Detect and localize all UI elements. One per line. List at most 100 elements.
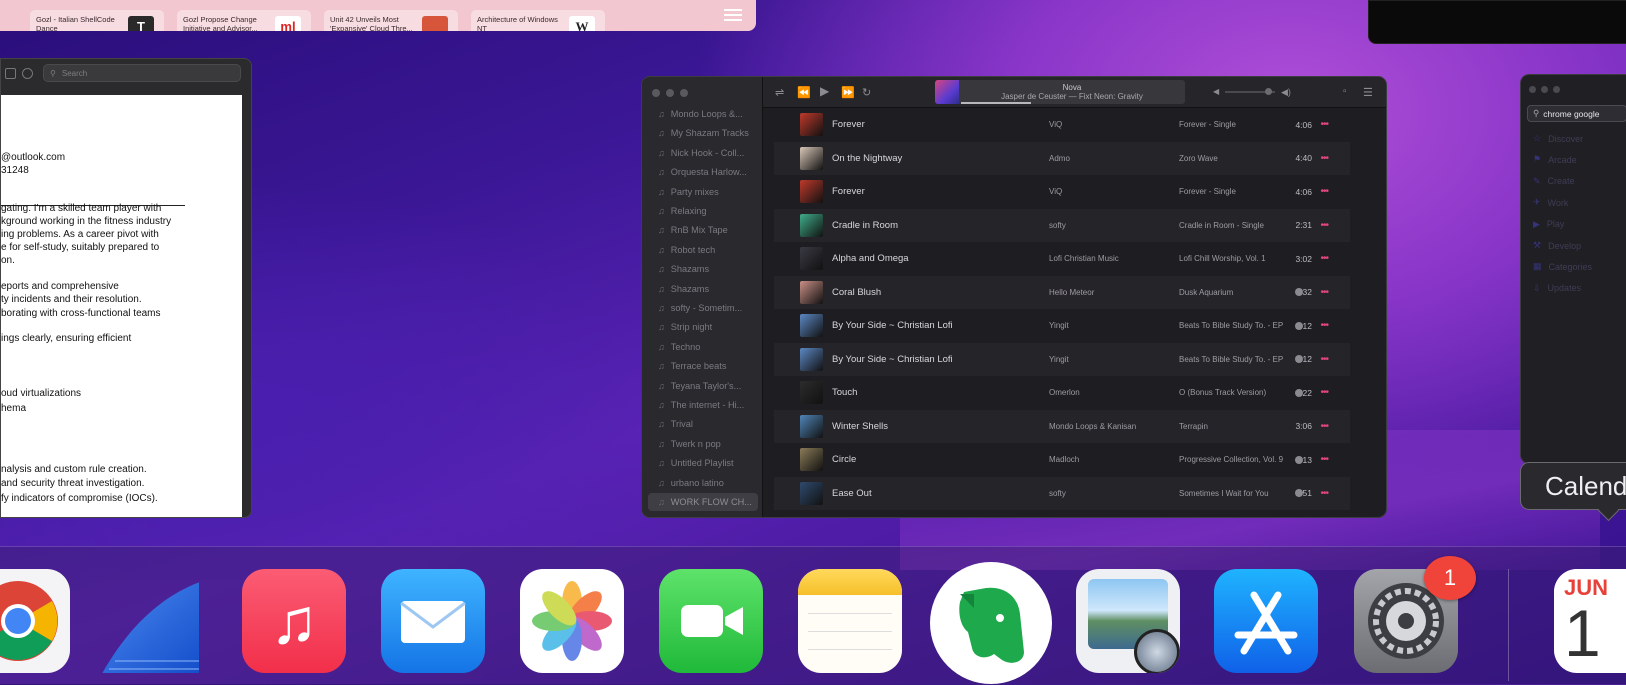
sidebar-playlist-item[interactable]: ♫ urbano latino (648, 474, 758, 492)
more-options-icon[interactable]: ••• (1320, 119, 1328, 130)
close-window-button[interactable] (1529, 86, 1536, 93)
more-options-icon[interactable]: ••• (1320, 253, 1328, 264)
store-nav-item[interactable]: ✎ Create (1533, 176, 1575, 187)
queue-icon[interactable]: ☰ (1363, 86, 1373, 99)
sidebar-playlist-item[interactable]: ♫ Terrace beats (648, 357, 758, 375)
sidebar-playlist-item[interactable]: ♫ Mondo Loops &... (648, 105, 758, 123)
sidebar-playlist-item[interactable]: ♫ Orquesta Harlow... (648, 163, 758, 181)
dock-app-music[interactable]: ♫ (242, 569, 346, 673)
track-row[interactable]: On the Nightway Admo Zoro Wave 4:40 ••• (774, 141, 1350, 175)
track-row[interactable]: Ease Out softy Sometimes I Wait for You 2:5… (774, 476, 1350, 510)
more-options-icon[interactable]: ••• (1320, 220, 1328, 231)
dark-window[interactable] (1368, 0, 1626, 44)
more-options-icon[interactable]: ••• (1320, 320, 1328, 331)
sidebar-playlist-item[interactable]: ♫ RnB Mix Tape (648, 221, 758, 239)
download-icon[interactable] (1295, 388, 1303, 397)
sidebar-playlist-item[interactable]: ♫ softy - Sometim... (648, 299, 758, 317)
lyrics-icon[interactable]: ▫ (1343, 86, 1347, 97)
favorite-tile[interactable]: Architecture of Windows NT W (471, 10, 605, 31)
sidebar-playlist-item[interactable]: ♫ Strip night (648, 318, 758, 336)
sidebar-playlist-item[interactable]: ♫ Teyana Taylor's... (648, 377, 758, 395)
shuffle-icon[interactable]: ⇌ (775, 86, 784, 99)
store-nav-item[interactable]: ⚑ Arcade (1533, 154, 1577, 165)
close-window-button[interactable] (652, 89, 660, 97)
dock-app-photos[interactable] (520, 569, 624, 673)
share-icon[interactable] (5, 67, 16, 79)
track-row[interactable]: By Your Side ~ Christian Lofi Yingit Beats… (774, 309, 1350, 343)
track-title: Coral Blush (832, 286, 882, 298)
store-search-input[interactable]: ⚲ chrome google (1527, 105, 1626, 122)
favorite-tile[interactable]: Gozl - Italian ShellCode Dance T (30, 10, 164, 31)
track-duration: 4:40 (1295, 153, 1312, 164)
repeat-icon[interactable]: ↻ (862, 86, 871, 99)
sidebar-playlist-item[interactable]: ♫ Shazams (648, 260, 758, 278)
more-options-icon[interactable]: ••• (1320, 387, 1328, 398)
search-input[interactable]: ⚲ Search (43, 64, 241, 82)
document-window[interactable]: ⚲ Search @outlook.com 31248 gating. I'm … (0, 58, 252, 518)
download-icon[interactable] (1295, 321, 1303, 330)
previous-icon[interactable]: ⏪ (797, 86, 811, 99)
sidebar-playlist-item[interactable]: ♫ Robot tech (648, 241, 758, 259)
more-options-icon[interactable]: ••• (1320, 488, 1328, 499)
track-row[interactable]: Forever ViQ Forever - Single 4:06 ••• (774, 108, 1350, 142)
sidebar-playlist-item[interactable]: ♫ Techno (648, 338, 758, 356)
playback-progress[interactable] (961, 102, 1031, 104)
store-nav-item[interactable]: ✈ Work (1533, 197, 1568, 208)
sidebar-playlist-item[interactable]: ♫ My Shazam Tracks (648, 124, 758, 142)
music-window[interactable]: ♫ Mondo Loops &... ♫ My Shazam Tracks ♫ Nick … (641, 76, 1387, 518)
play-icon[interactable]: ▶ (820, 84, 829, 98)
sidebar-playlist-item[interactable]: ♫ Relaxing (648, 202, 758, 220)
more-options-icon[interactable]: ••• (1320, 153, 1328, 164)
sidebar-playlist-item[interactable]: ♫ WORK FLOW CH... (648, 493, 758, 511)
track-row[interactable]: Coral Blush Hello Meteor Dusk Aquarium 5:32… (774, 275, 1350, 309)
volume-slider[interactable] (1225, 88, 1275, 95)
sidebar-playlist-item[interactable]: ♫ Twerk n pop (648, 435, 758, 453)
download-icon[interactable] (1295, 455, 1303, 464)
track-row[interactable]: Cradle in Room softy Cradle in Room - Sing… (774, 208, 1350, 242)
more-options-icon[interactable]: ••• (1320, 421, 1328, 432)
store-nav-item[interactable]: ☆ Discover (1533, 133, 1583, 144)
store-nav-item[interactable]: ▦ Categories (1533, 261, 1592, 272)
markup-icon[interactable] (22, 67, 33, 79)
dock-app-notes[interactable] (798, 569, 902, 673)
track-row[interactable]: Forever ViQ Forever - Single 4:06 ••• (774, 175, 1350, 209)
dock-app-chrome[interactable] (0, 569, 70, 673)
track-row[interactable]: Alpha and Omega Lofi Christian Music Lofi … (774, 242, 1350, 276)
store-nav-item[interactable]: ⚒ Develop (1533, 240, 1581, 251)
zoom-window-button[interactable] (680, 89, 688, 97)
sidebar-playlist-item[interactable]: ♫ Untitled Playlist (648, 454, 758, 472)
sidebar-playlist-item[interactable]: ♫ Party mixes (648, 183, 758, 201)
track-row[interactable]: Winter Shells Mondo Loops & Kanisan Terrap… (774, 409, 1350, 443)
track-row[interactable]: Circle Madloch Progressive Collection, Vol… (774, 443, 1350, 477)
store-nav-item[interactable]: ⇩ Updates (1533, 283, 1581, 294)
sidebar-playlist-item[interactable]: ♫ Shazams (648, 280, 758, 298)
dock-app-calendar[interactable]: JUN 1 (1554, 569, 1626, 673)
dock-app-facetime[interactable] (659, 569, 763, 673)
more-options-icon[interactable]: ••• (1320, 354, 1328, 365)
more-options-icon[interactable]: ••• (1320, 287, 1328, 298)
zoom-window-button[interactable] (1553, 86, 1560, 93)
favorite-tile[interactable]: Gozl Propose Change Initiative and Advis… (177, 10, 311, 31)
track-row[interactable]: By Your Side ~ Christian Lofi Yingit Beats… (774, 342, 1350, 376)
minimize-window-button[interactable] (1541, 86, 1548, 93)
sidebar-playlist-item[interactable]: ♫ Nick Hook - Coll... (648, 144, 758, 162)
more-options-icon[interactable]: ••• (1320, 186, 1328, 197)
track-row[interactable]: Touch Omerlon O (Bonus Track Version) 3:22 •… (774, 376, 1350, 410)
customize-sliders-icon[interactable] (724, 6, 742, 22)
volume-knob[interactable] (1265, 88, 1272, 95)
more-options-icon[interactable]: ••• (1320, 454, 1328, 465)
favorite-tile[interactable]: Unit 42 Unveils Most 'Expansive' Cloud T… (324, 10, 458, 31)
doc-line: kground working in the fitness industry (1, 216, 172, 227)
next-icon[interactable]: ⏩ (841, 86, 855, 99)
dock-app-app-store[interactable] (1214, 569, 1318, 673)
dock-app-preview[interactable] (1076, 569, 1180, 673)
store-nav-item[interactable]: ▶ Play (1533, 219, 1564, 230)
dock-app-wireshark[interactable] (95, 569, 199, 673)
dock-app-mail[interactable] (381, 569, 485, 673)
now-playing-panel[interactable]: Nova Jasper de Ceuster — Fixt Neon: Grav… (935, 80, 1185, 104)
minimize-window-button[interactable] (666, 89, 674, 97)
sidebar-playlist-item[interactable]: ♫ Trival (648, 415, 758, 433)
sidebar-playlist-item[interactable]: ♫ The internet - Hi... (648, 396, 758, 414)
dock-app-evernote[interactable] (930, 562, 1052, 684)
app-store-window[interactable]: ⚲ chrome google ☆ Discover ⚑ Arcade ✎ Create ✈… (1520, 74, 1626, 464)
